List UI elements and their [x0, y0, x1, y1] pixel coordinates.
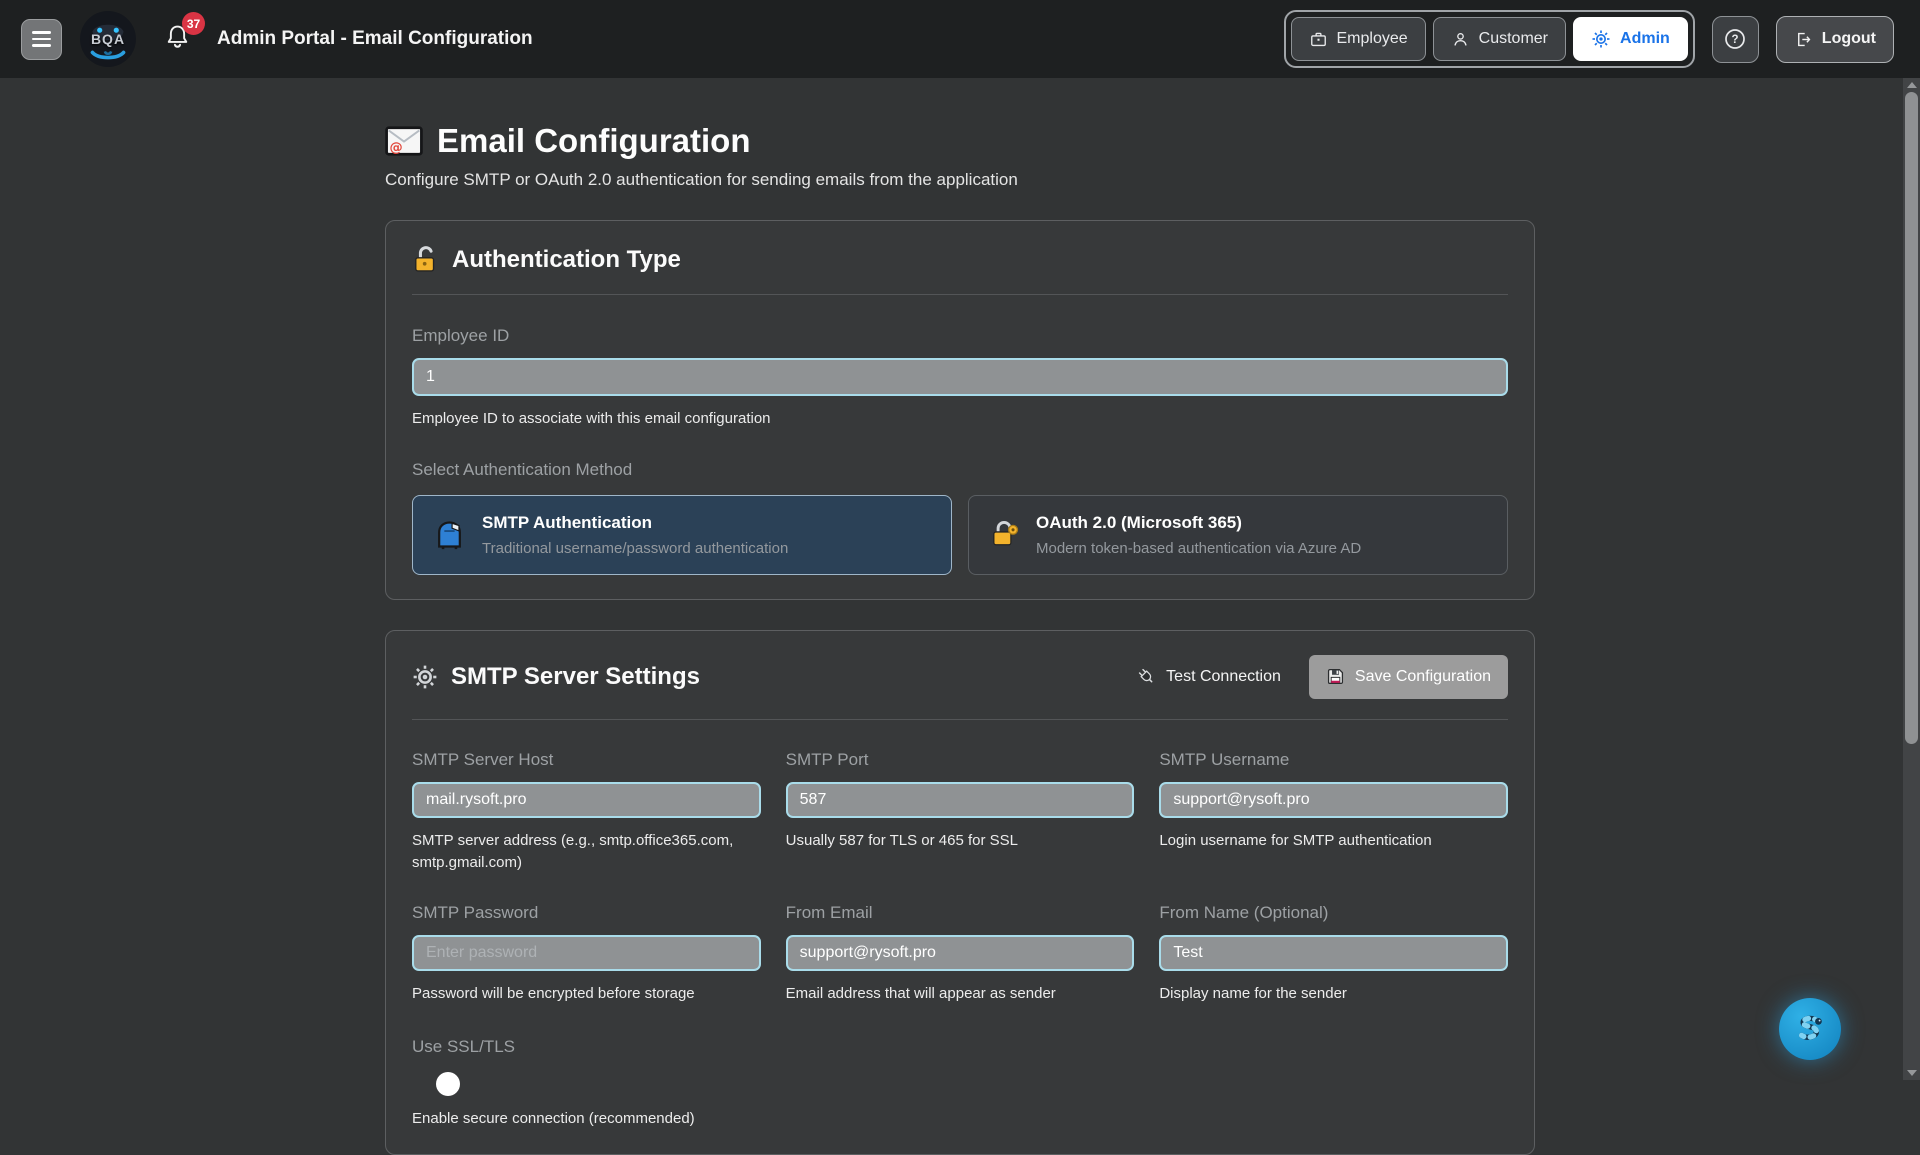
role-switcher: Employee Customer [1284, 10, 1695, 68]
test-connection-button[interactable]: Test Connection [1137, 667, 1281, 686]
page-title: @ Email Configuration [385, 122, 1535, 160]
from-name-label: From Name (Optional) [1159, 903, 1508, 923]
from-email-input[interactable] [786, 935, 1135, 971]
unlocked-padlock-icon [412, 245, 439, 274]
lock-with-key-icon [990, 519, 1019, 550]
smtp-username-input[interactable] [1159, 782, 1508, 818]
svg-text:?: ? [1732, 34, 1739, 46]
notification-count-badge: 37 [182, 12, 205, 35]
gear-icon [1591, 29, 1611, 49]
oauth-method-desc: Modern token-based authentication via Az… [1036, 540, 1361, 557]
page-header-title: Admin Portal - Email Configuration [217, 28, 533, 50]
ssl-label: Use SSL/TLS [412, 1037, 1508, 1057]
smtp-username-label: SMTP Username [1159, 750, 1508, 770]
svg-text:@: @ [389, 141, 402, 156]
mailbox-icon [434, 518, 465, 551]
logo-text: BQA [79, 31, 137, 47]
from-email-helper: Email address that will appear as sender [786, 983, 1135, 1005]
customer-tab-button[interactable]: Customer [1433, 17, 1566, 61]
smtp-host-helper: SMTP server address (e.g., smtp.office36… [412, 830, 761, 874]
logout-icon [1794, 30, 1813, 49]
chat-assistant-button[interactable] [1779, 998, 1841, 1060]
email-icon: @ [385, 126, 423, 156]
smtp-port-label: SMTP Port [786, 750, 1135, 770]
smtp-username-field: SMTP Username Login username for SMTP au… [1159, 750, 1508, 874]
smtp-host-field: SMTP Server Host SMTP server address (e.… [412, 750, 761, 874]
employee-id-helper: Employee ID to associate with this email… [412, 408, 1508, 430]
smtp-password-helper: Password will be encrypted before storag… [412, 983, 761, 1005]
employee-tab-button[interactable]: Employee [1291, 17, 1426, 61]
ssl-toggle[interactable] [436, 1072, 460, 1096]
smtp-method-desc: Traditional username/password authentica… [482, 540, 788, 557]
smtp-method-title: SMTP Authentication [482, 513, 788, 533]
scrollbar-thumb[interactable] [1905, 92, 1918, 744]
question-icon: ? [1723, 27, 1747, 51]
auth-method-label: Select Authentication Method [412, 460, 1508, 480]
briefcase-icon [1309, 30, 1328, 49]
logout-button[interactable]: Logout [1776, 16, 1894, 63]
settings-gear-icon [412, 664, 438, 690]
notifications-button[interactable]: 37 [164, 22, 191, 56]
authentication-type-card: Authentication Type Employee ID Employee… [385, 220, 1535, 600]
floppy-save-icon [1326, 667, 1345, 686]
smtp-port-input[interactable] [786, 782, 1135, 818]
scroll-down-arrow-icon[interactable] [1907, 1070, 1917, 1076]
oauth-method-title: OAuth 2.0 (Microsoft 365) [1036, 513, 1361, 533]
ssl-helper: Enable secure connection (recommended) [412, 1108, 1508, 1130]
person-icon [1451, 30, 1470, 49]
smtp-port-field: SMTP Port Usually 587 for TLS or 465 for… [786, 750, 1135, 874]
smtp-host-input[interactable] [412, 782, 761, 818]
employee-id-label: Employee ID [412, 326, 1508, 346]
smtp-username-helper: Login username for SMTP authentication [1159, 830, 1508, 852]
ssl-section: Use SSL/TLS Enable secure connection (re… [412, 1037, 1508, 1130]
auth-card-title: Authentication Type [412, 245, 681, 274]
main-content: @ Email Configuration Configure SMTP or … [385, 122, 1535, 1155]
plug-icon [1137, 667, 1156, 686]
from-email-field: From Email Email address that will appea… [786, 903, 1135, 1005]
vertical-scrollbar[interactable] [1903, 78, 1920, 1080]
save-configuration-button[interactable]: Save Configuration [1309, 655, 1508, 699]
oauth-method-option[interactable]: OAuth 2.0 (Microsoft 365) Modern token-b… [968, 495, 1508, 575]
top-header: BQA 37 Admin Portal - Email Configuratio… [0, 0, 1920, 78]
smtp-card-title: SMTP Server Settings [412, 663, 700, 691]
smtp-settings-card: SMTP Server Settings Test Connection [385, 630, 1535, 1155]
app-logo: BQA [79, 10, 137, 68]
from-name-input[interactable] [1159, 935, 1508, 971]
smtp-password-field: SMTP Password Password will be encrypted… [412, 903, 761, 1005]
admin-tab-button[interactable]: Admin [1573, 17, 1688, 61]
smtp-auth-method-option[interactable]: SMTP Authentication Traditional username… [412, 495, 952, 575]
scroll-up-arrow-icon[interactable] [1907, 82, 1917, 88]
from-name-helper: Display name for the sender [1159, 983, 1508, 1005]
snake-mascot-icon [1791, 1010, 1829, 1048]
help-button[interactable]: ? [1712, 16, 1759, 63]
hamburger-menu-icon [32, 31, 51, 33]
from-email-label: From Email [786, 903, 1135, 923]
smtp-host-label: SMTP Server Host [412, 750, 761, 770]
smtp-port-helper: Usually 587 for TLS or 465 for SSL [786, 830, 1135, 852]
from-name-field: From Name (Optional) Display name for th… [1159, 903, 1508, 1005]
employee-id-input[interactable] [412, 358, 1508, 396]
smtp-password-label: SMTP Password [412, 903, 761, 923]
hamburger-menu-button[interactable] [21, 19, 62, 60]
smtp-password-input[interactable] [412, 935, 761, 971]
page-subtitle: Configure SMTP or OAuth 2.0 authenticati… [385, 170, 1535, 190]
